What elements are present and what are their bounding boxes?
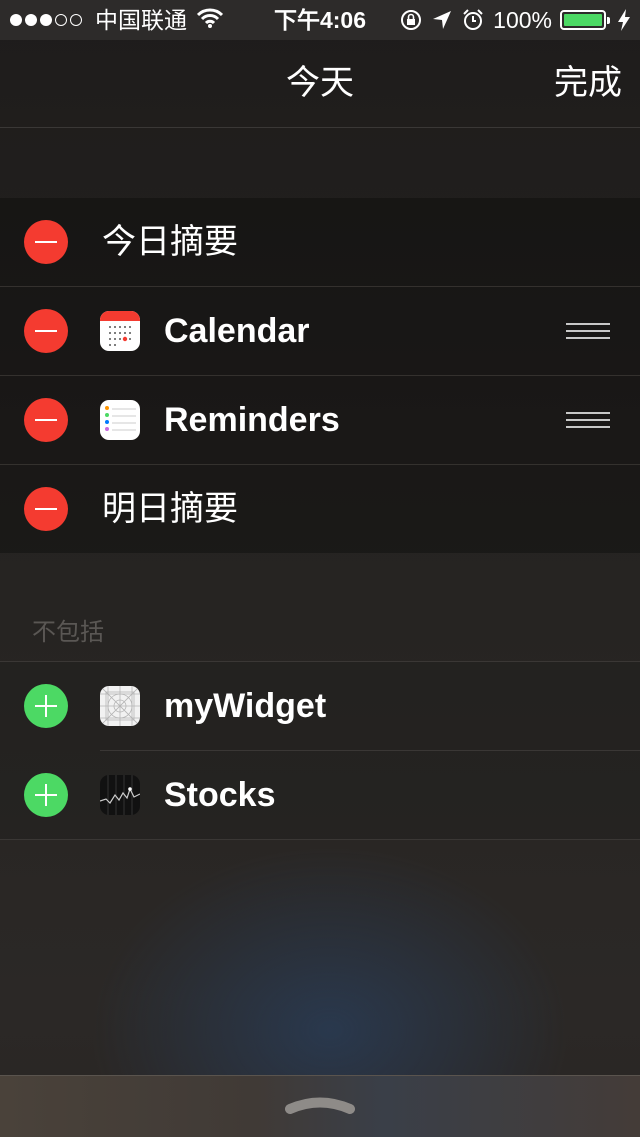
- row-label: Stocks: [164, 776, 276, 814]
- battery-percent: 100%: [493, 7, 552, 33]
- rotation-lock-icon: [399, 8, 423, 32]
- add-button[interactable]: [24, 773, 68, 817]
- reorder-handle-icon[interactable]: [566, 412, 610, 428]
- included-widgets-list: 今日摘要 Calendar Reminders 明日摘要: [0, 198, 640, 553]
- list-item-tomorrow-summary: 明日摘要: [0, 465, 640, 553]
- calendar-icon: [100, 311, 140, 351]
- remove-button[interactable]: [24, 398, 68, 442]
- row-label: myWidget: [164, 687, 327, 725]
- list-item-stocks: Stocks: [0, 751, 640, 840]
- charging-bolt-icon: [618, 9, 630, 31]
- list-item-mywidget: myWidget: [0, 662, 640, 750]
- done-button[interactable]: 完成: [554, 40, 622, 127]
- alarm-icon: [461, 8, 485, 32]
- add-button[interactable]: [24, 684, 68, 728]
- remove-button[interactable]: [24, 220, 68, 264]
- chevron-up-icon[interactable]: [284, 1092, 356, 1121]
- list-item-reminders: Reminders: [0, 376, 640, 465]
- stocks-icon: [100, 775, 140, 815]
- row-label: Reminders: [164, 401, 340, 439]
- page-title: 今天: [286, 64, 354, 102]
- location-icon: [431, 9, 453, 31]
- row-label: Calendar: [164, 312, 310, 350]
- list-item-today-summary: 今日摘要: [0, 198, 640, 287]
- bottom-handle-bar[interactable]: [0, 1075, 640, 1137]
- list-item-calendar: Calendar: [0, 287, 640, 376]
- reminders-icon: [100, 400, 140, 440]
- remove-button[interactable]: [24, 309, 68, 353]
- remove-button[interactable]: [24, 487, 68, 531]
- section-header-excluded: 不包括: [32, 619, 104, 646]
- row-label: 今日摘要: [102, 223, 238, 261]
- status-right: 100%: [391, 0, 630, 40]
- battery-icon: [560, 10, 610, 30]
- row-label: 明日摘要: [102, 490, 238, 528]
- excluded-widgets-list: myWidget Stocks: [0, 662, 640, 840]
- reorder-handle-icon[interactable]: [566, 323, 610, 339]
- app-placeholder-icon: [100, 686, 140, 726]
- status-bar: 中国联通 下午4:06 100%: [0, 0, 640, 40]
- nav-bar: 今天 完成: [0, 40, 640, 128]
